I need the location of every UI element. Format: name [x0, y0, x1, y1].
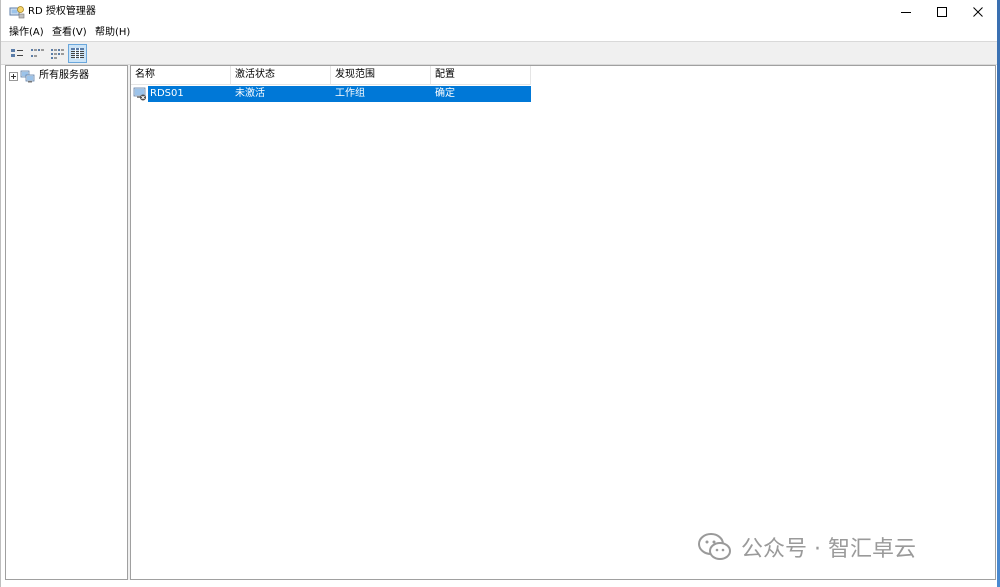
details-view-button[interactable] — [68, 44, 87, 63]
close-icon — [973, 7, 983, 17]
rd-licensing-icon — [9, 5, 25, 19]
title-bar[interactable]: RD 授权管理器 — [1, 0, 1000, 24]
large-icons-view-button[interactable] — [8, 44, 27, 63]
list-view-icon — [51, 49, 64, 59]
table-row[interactable]: RDS01 未激活 工作组 确定 — [131, 86, 531, 102]
column-header-activation[interactable]: 激活状态 — [231, 66, 331, 85]
cell-name: RDS01 — [131, 86, 231, 102]
small-icons-view-icon — [31, 49, 44, 57]
server-tree-pane[interactable]: 所有服务器 — [5, 65, 128, 580]
menu-help[interactable]: 帮助(H) — [94, 26, 131, 39]
large-icons-view-icon — [11, 49, 23, 57]
cell-scope: 工作组 — [331, 86, 431, 102]
tree-item-label: 所有服务器 — [39, 70, 89, 81]
column-header-config[interactable]: 配置 — [431, 66, 531, 85]
server-name: RDS01 — [148, 86, 231, 102]
expand-icon[interactable] — [9, 71, 18, 81]
maximize-button[interactable] — [925, 0, 959, 24]
close-button[interactable] — [961, 0, 995, 24]
watermark-text: 公众号 · 智汇卓云 — [741, 537, 916, 562]
list-view-button[interactable] — [48, 44, 67, 63]
menu-bar: 操作(A) 查看(V) 帮助(H) — [1, 24, 1000, 41]
menu-action[interactable]: 操作(A) — [8, 26, 45, 39]
minimize-icon — [901, 12, 911, 13]
list-header: 名称 激活状态 发现范围 配置 — [131, 66, 531, 85]
menu-view[interactable]: 查看(V) — [51, 26, 88, 39]
tree-item-all-servers[interactable]: 所有服务器 — [9, 69, 89, 83]
column-header-scope[interactable]: 发现范围 — [331, 66, 431, 85]
cell-activation: 未激活 — [231, 86, 331, 102]
servers-group-icon — [20, 70, 35, 82]
cell-config: 确定 — [431, 86, 531, 102]
rd-licensing-manager-window: RD 授权管理器 操作(A) 查看(V) 帮助(H) 所有服务器 名称 激活状态… — [0, 0, 1000, 587]
window-title: RD 授权管理器 — [28, 6, 96, 17]
wechat-icon — [698, 533, 731, 560]
minimize-button[interactable] — [889, 0, 923, 24]
server-list-pane[interactable]: 名称 激活状态 发现范围 配置 RDS01 未激活 工作组 确定 — [130, 65, 996, 580]
column-header-name[interactable]: 名称 — [131, 66, 231, 85]
server-warning-icon — [133, 87, 146, 101]
maximize-icon — [937, 7, 947, 17]
details-view-icon — [71, 48, 84, 59]
toolbar — [1, 41, 1000, 65]
small-icons-view-button[interactable] — [28, 44, 47, 63]
watermark: 公众号 · 智汇卓云 — [697, 530, 916, 564]
